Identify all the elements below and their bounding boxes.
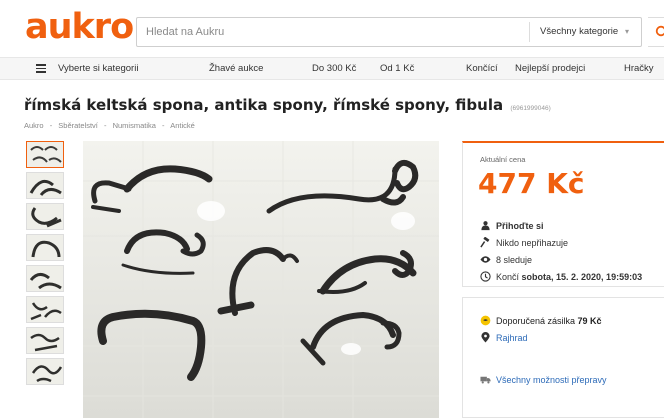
listing-title: římská keltská spona, antika spony, říms… bbox=[24, 96, 551, 114]
search-bar: Všechny kategorie ▾ bbox=[136, 17, 642, 47]
menu-icon[interactable] bbox=[36, 64, 46, 73]
thumbnail[interactable] bbox=[26, 203, 64, 230]
breadcrumb-item[interactable]: Numismatika bbox=[113, 121, 156, 130]
aukro-logo[interactable]: aukro bbox=[25, 8, 134, 46]
thumbnail[interactable] bbox=[26, 358, 64, 385]
medal-icon bbox=[480, 315, 491, 326]
nav-item-hot[interactable]: Žhavé aukce bbox=[209, 58, 263, 79]
main-product-photo[interactable] bbox=[83, 141, 439, 418]
nav-item-ending[interactable]: Končící bbox=[466, 58, 498, 79]
location-row[interactable]: Rajhrad bbox=[480, 332, 528, 344]
end-time-prefix: Končí bbox=[496, 272, 522, 282]
all-shipping-options-row[interactable]: Všechny možnosti přepravy bbox=[480, 374, 607, 386]
recommended-shipping-price: 79 Kč bbox=[577, 316, 602, 326]
gavel-icon bbox=[480, 237, 490, 248]
nav-item-from-1[interactable]: Od 1 Kč bbox=[380, 58, 414, 79]
watchers-row: 8 sleduje bbox=[480, 254, 532, 266]
thumbnail[interactable] bbox=[26, 327, 64, 354]
breadcrumb-separator: - bbox=[162, 121, 165, 130]
current-price: 477 Kč bbox=[478, 167, 585, 200]
user-icon bbox=[481, 221, 490, 231]
breadcrumb-separator: - bbox=[103, 121, 107, 130]
recommended-shipping-label: Doporučená zásilka bbox=[496, 316, 578, 326]
clock-icon bbox=[480, 271, 491, 282]
price-panel: Aktuální cena 477 Kč Přihoďte si Nikdo n… bbox=[462, 141, 664, 287]
listing-id: (6961999046) bbox=[510, 105, 551, 112]
nav-all-categories[interactable]: Vyberte si kategorii bbox=[58, 58, 138, 79]
truck-icon bbox=[480, 376, 491, 384]
listing-title-text: římská keltská spona, antika spony, říms… bbox=[24, 96, 504, 114]
all-shipping-options-link[interactable]: Všechny možnosti přepravy bbox=[496, 375, 607, 385]
search-icon bbox=[655, 25, 664, 37]
bid-link[interactable]: Přihoďte si bbox=[496, 221, 543, 231]
thumbnail[interactable] bbox=[26, 141, 64, 168]
search-button[interactable] bbox=[648, 17, 664, 47]
thumbnail[interactable] bbox=[26, 265, 64, 292]
seller-location[interactable]: Rajhrad bbox=[496, 333, 528, 343]
nav-item-under-300[interactable]: Do 300 Kč bbox=[312, 58, 356, 79]
bidders-row: Nikdo nepřihazuje bbox=[480, 237, 568, 249]
nav-item-toys[interactable]: Hračky bbox=[624, 58, 654, 79]
thumbnail[interactable] bbox=[26, 234, 64, 261]
recommended-shipping-row: Doporučená zásilka 79 Kč bbox=[480, 315, 602, 327]
breadcrumb: Aukro - Sběratelství - Numismatika - Ant… bbox=[24, 121, 199, 130]
bid-row[interactable]: Přihoďte si bbox=[480, 220, 543, 232]
end-time-value: sobota, 15. 2. 2020, 19:59:03 bbox=[521, 272, 643, 282]
shipping-panel: Doporučená zásilka 79 Kč Rajhrad Všechny… bbox=[462, 297, 664, 418]
nav-item-best-sellers[interactable]: Nejlepší prodejci bbox=[515, 58, 585, 79]
category-nav: Vyberte si kategorii Žhavé aukce Do 300 … bbox=[0, 57, 664, 80]
end-time-row: Končí sobota, 15. 2. 2020, 19:59:03 bbox=[480, 271, 642, 283]
breadcrumb-item[interactable]: Sběratelství bbox=[58, 121, 98, 130]
search-input[interactable] bbox=[137, 18, 529, 46]
location-pin-icon bbox=[481, 332, 490, 343]
watchers-count: 8 sleduje bbox=[496, 255, 533, 265]
eye-icon bbox=[480, 256, 491, 263]
breadcrumb-item[interactable]: Antické bbox=[170, 121, 195, 130]
site-header: aukro Všechny kategorie ▾ bbox=[0, 0, 664, 52]
thumbnail[interactable] bbox=[26, 296, 64, 323]
chevron-down-icon: ▾ bbox=[625, 27, 630, 36]
breadcrumb-separator: - bbox=[49, 121, 53, 130]
thumbnail[interactable] bbox=[26, 172, 64, 199]
bidders-count: Nikdo nepřihazuje bbox=[496, 238, 569, 248]
breadcrumb-item[interactable]: Aukro bbox=[24, 121, 44, 130]
current-price-label: Aktuální cena bbox=[480, 155, 526, 164]
